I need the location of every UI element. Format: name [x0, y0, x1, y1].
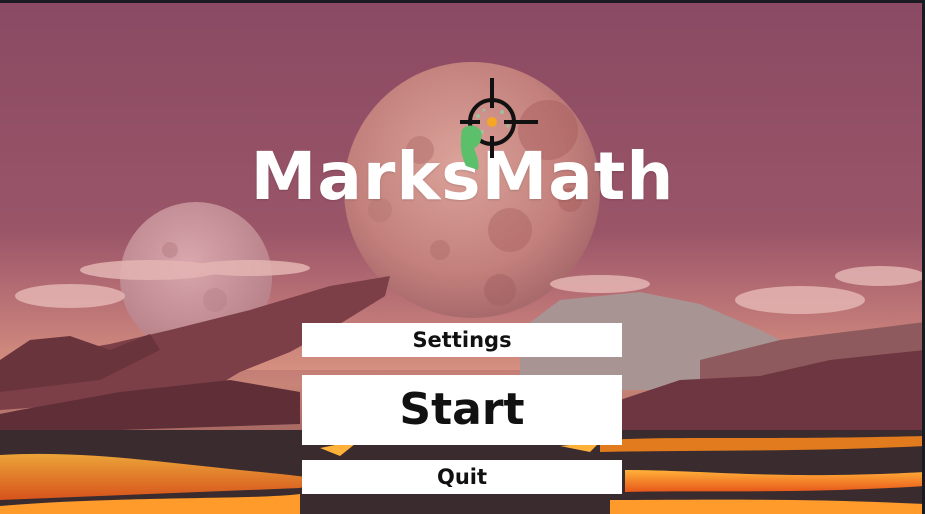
start-button[interactable]: Start [302, 375, 622, 445]
crosshair-with-green-hand-icon [460, 78, 538, 170]
settings-button[interactable]: Settings [302, 323, 622, 357]
window-edge-top [0, 0, 925, 3]
main-menu-screen: MarksMath Settings Start Quit [0, 0, 925, 514]
quit-button[interactable]: Quit [302, 460, 622, 494]
